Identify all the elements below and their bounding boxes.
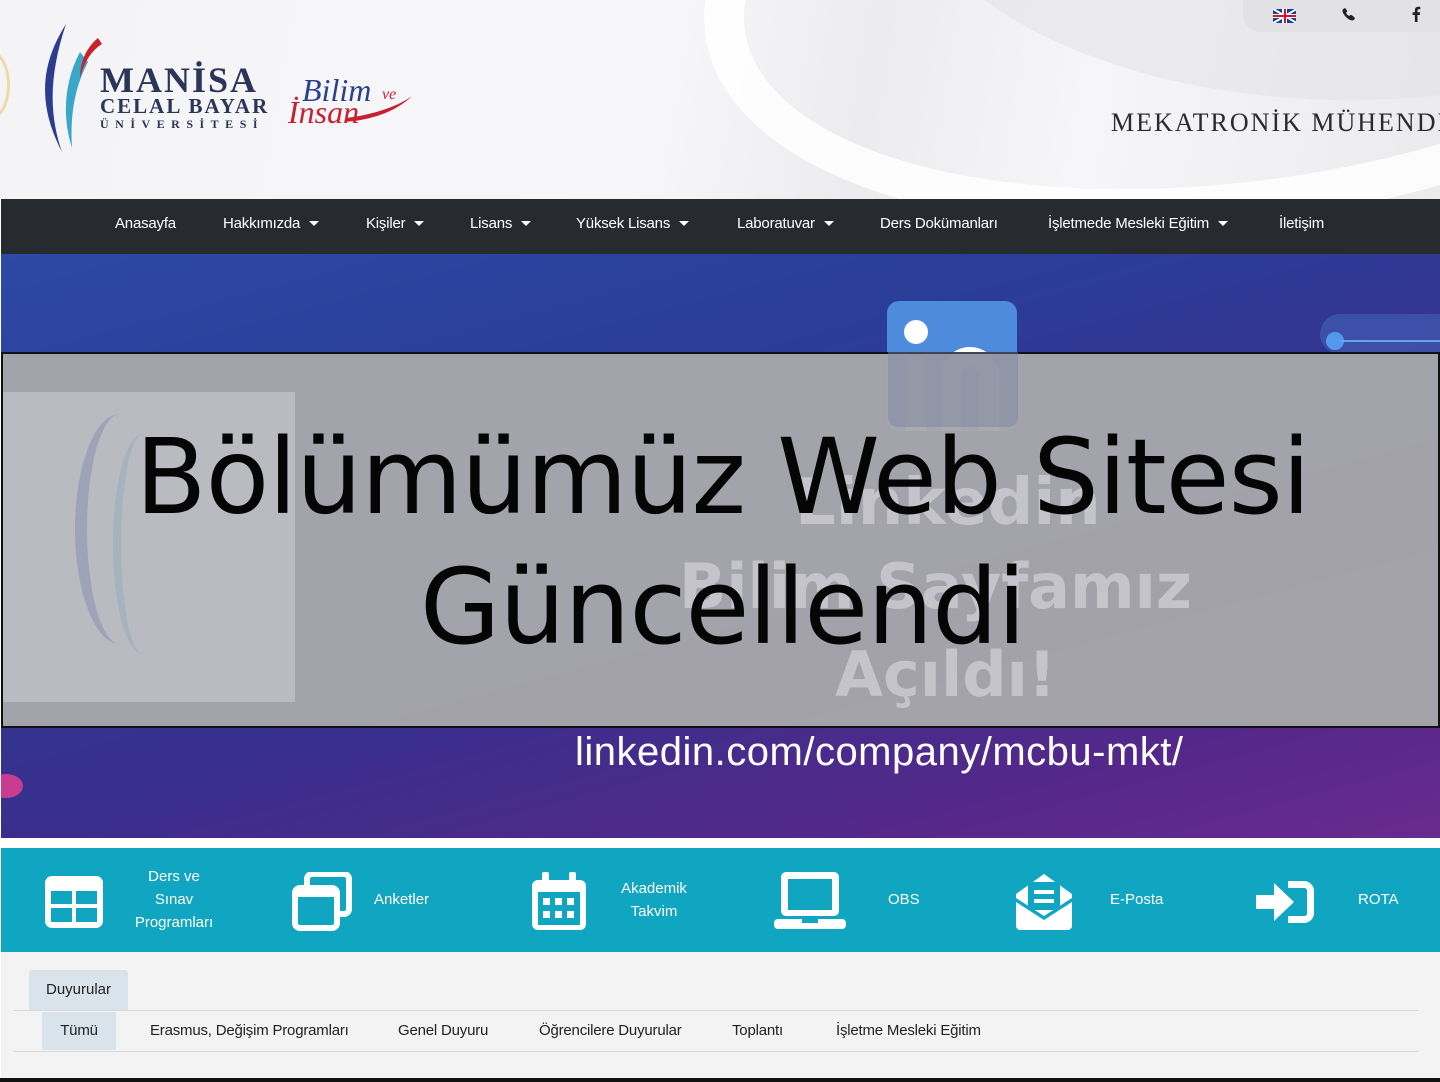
caret-down-icon: [679, 220, 690, 226]
quick-link-anketler[interactable]: Anketler: [292, 848, 462, 952]
category-tab-erasmus[interactable]: Erasmus, Değişim Programları: [150, 1012, 349, 1050]
logo-line-universitesi: ÜNİVERSİTESİ: [100, 117, 265, 131]
category-divider: [13, 1051, 1419, 1052]
overlay-title-line2: Güncellendi: [419, 546, 1026, 668]
announcement-overlay: Linkedin Bilim Sayfamız Açıldı! Bölümümü…: [1, 352, 1440, 728]
nav-item-iletisim[interactable]: İletişim: [1279, 199, 1324, 254]
nav-label: Lisans: [470, 215, 513, 232]
category-tab-tumu[interactable]: Tümü: [42, 1012, 116, 1050]
table-icon: [45, 876, 103, 928]
quick-link-obs[interactable]: OBS: [774, 848, 944, 952]
logo-line-celal-bayar: CELAL BAYAR: [100, 94, 270, 118]
windows-icon: [292, 872, 352, 931]
category-tab-ogrencilere-duyurular[interactable]: Öğrencilere Duyurular: [539, 1012, 682, 1050]
laptop-icon: [774, 872, 846, 929]
logo-wordmark: MANİSA CELAL BAYAR ÜNİVERSİTESİ: [100, 60, 270, 132]
site-header: MANİSA CELAL BAYAR ÜNİVERSİTESİ Bilim ve…: [0, 0, 1440, 199]
quick-links-bar: Ders ve Sınav Programları Anketler Akade…: [1, 848, 1440, 952]
quick-link-label: ROTA: [1358, 891, 1399, 908]
header-topbar: [1243, 0, 1440, 32]
tab-duyurular[interactable]: Duyurular: [29, 970, 128, 1010]
nav-item-kisiler[interactable]: Kişiler: [366, 199, 425, 254]
nav-label: Yüksek Lisans: [576, 215, 671, 232]
nav-item-yuksek-lisans[interactable]: Yüksek Lisans: [576, 199, 690, 254]
nav-label: Anasayfa: [115, 215, 176, 232]
bottom-border: [0, 1078, 1440, 1082]
banner-light-line: [1326, 332, 1440, 350]
nav-item-hakkimizda[interactable]: Hakkımızda: [223, 199, 320, 254]
slogan-logo: Bilim ve İnsan: [286, 72, 416, 132]
quick-link-label: OBS: [888, 891, 920, 908]
caret-down-icon: [823, 220, 834, 226]
caret-down-icon: [1218, 220, 1229, 226]
nav-item-ders-dokumanlari[interactable]: Ders Dokümanları: [880, 199, 998, 254]
quick-link-e-posta[interactable]: E-Posta: [1014, 848, 1194, 952]
sign-in-icon: [1256, 881, 1314, 923]
tab-divider: [13, 1010, 1419, 1011]
nav-label: Ders Dokümanları: [880, 215, 998, 232]
nav-label: Kişiler: [366, 215, 406, 232]
banner-linkedin-url: linkedin.com/company/mcbu-mkt/: [575, 730, 1184, 774]
header-edge-ornament: [0, 50, 10, 120]
nav-item-anasayfa[interactable]: Anasayfa: [115, 199, 176, 254]
caret-down-icon: [309, 220, 320, 226]
caret-down-icon: [521, 220, 532, 226]
overlay-title-line1: Bölümümüz Web Sitesi: [135, 416, 1310, 538]
category-tab-isletme-mesleki-egitim[interactable]: İşletme Mesleki Eğitim: [836, 1012, 981, 1050]
envelope-icon: [1016, 874, 1072, 930]
category-tab-toplanti[interactable]: Toplantı: [732, 1012, 783, 1050]
nav-item-laboratuvar[interactable]: Laboratuvar: [737, 199, 834, 254]
quick-link-akademik-takvim[interactable]: Akademik Takvim: [532, 848, 722, 952]
flame-logo-icon: [45, 24, 102, 152]
page: MANİSA CELAL BAYAR ÜNİVERSİTESİ Bilim ve…: [0, 0, 1440, 1082]
nav-label: İşletmede Mesleki Eğitim: [1048, 215, 1210, 232]
department-title: MEKATRONİK MÜHENDİSLİĞİ: [1111, 108, 1440, 137]
facebook-icon[interactable]: [1411, 6, 1421, 28]
category-tab-genel-duyuru[interactable]: Genel Duyuru: [398, 1012, 488, 1050]
slogan-swoosh-icon: [344, 96, 412, 122]
phone-icon[interactable]: [1341, 6, 1357, 27]
nav-label: İletişim: [1279, 215, 1325, 232]
calendar-icon: [532, 872, 586, 930]
university-logo[interactable]: MANİSA CELAL BAYAR ÜNİVERSİTESİ: [36, 22, 276, 154]
nav-label: Laboratuvar: [737, 215, 815, 232]
quick-link-rota[interactable]: ROTA: [1256, 848, 1436, 952]
announcements-section: Duyurular Tümü Erasmus, Değişim Programl…: [1, 952, 1440, 1082]
overlay-title: Bölümümüz Web Sitesi Güncellendi: [3, 412, 1440, 672]
quick-link-label: E-Posta: [1110, 891, 1164, 908]
quick-link-label: Anketler: [374, 891, 430, 908]
quick-link-label: Akademik Takvim: [621, 880, 687, 920]
nav-label: Hakkımızda: [223, 215, 301, 232]
caret-down-icon: [414, 220, 425, 226]
quick-link-ders-sinav-programlari[interactable]: Ders ve Sınav Programları: [45, 848, 245, 952]
quick-link-label: Ders ve Sınav Programları: [134, 868, 214, 931]
nav-item-isletmede-mesleki-egitim[interactable]: İşletmede Mesleki Eğitim: [1048, 199, 1229, 254]
nav-item-lisans[interactable]: Lisans: [470, 199, 532, 254]
logo-line-manisa: MANİSA: [100, 60, 259, 100]
banner-dot: [1, 774, 23, 798]
main-nav: Anasayfa Hakkımızda Kişiler Lisans Yükse…: [1, 199, 1440, 254]
uk-flag-icon[interactable]: [1273, 9, 1296, 23]
